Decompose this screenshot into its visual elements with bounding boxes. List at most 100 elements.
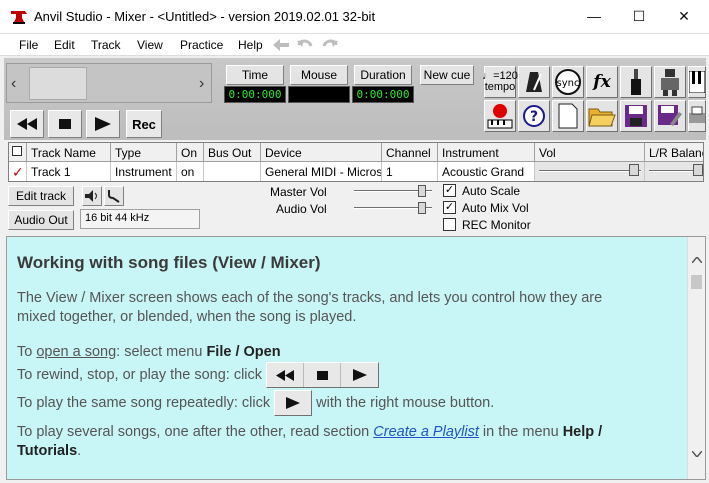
track-bus-out-cell[interactable] xyxy=(204,162,261,181)
rewind-button[interactable] xyxy=(10,110,44,138)
track-name-cell[interactable]: Track 1 xyxy=(27,162,111,181)
audio-out-button[interactable]: Audio Out xyxy=(8,210,74,230)
help-title: Working with song files (View / Mixer) xyxy=(17,253,321,272)
stop-button[interactable] xyxy=(48,110,82,138)
printer-icon xyxy=(689,106,705,123)
help-transport-buttons xyxy=(266,362,380,389)
col-on[interactable]: On xyxy=(177,143,204,162)
save-as-icon xyxy=(658,105,682,126)
track-balance-slider[interactable] xyxy=(645,162,703,181)
edit-track-button[interactable]: Edit track xyxy=(8,186,74,206)
tempo-button[interactable]: ♩=120 tempo xyxy=(482,66,518,98)
record-button[interactable]: Rec xyxy=(126,110,162,138)
duration-label: Duration xyxy=(354,65,412,85)
track-row-checkmark-icon[interactable]: ✓ xyxy=(9,162,27,181)
menu-edit[interactable]: Edit xyxy=(54,38,75,52)
minimize-button[interactable]: — xyxy=(571,0,617,32)
back-arrow-icon[interactable] xyxy=(273,39,289,51)
piano-button[interactable] xyxy=(688,66,706,98)
duration-display: 0:00:000 xyxy=(352,86,414,103)
speaker-button[interactable] xyxy=(82,186,102,206)
master-vol-label: Master Vol xyxy=(270,185,327,199)
col-bus-out[interactable]: Bus Out xyxy=(204,143,261,162)
anvil-app-icon xyxy=(10,9,28,25)
open-folder-button[interactable] xyxy=(586,100,618,132)
help-button[interactable]: ? xyxy=(518,100,550,132)
menu-practice[interactable]: Practice xyxy=(180,38,223,52)
help-repeat-line: To play the same song repeatedly: click … xyxy=(17,390,494,417)
time-label: Time xyxy=(226,65,284,85)
auto-mix-vol-label: Auto Mix Vol xyxy=(462,201,529,215)
new-file-button[interactable] xyxy=(552,100,584,132)
select-all-checkbox-header[interactable] xyxy=(9,143,27,162)
col-lr-balance[interactable]: L/R Balance xyxy=(645,143,703,162)
robot-button[interactable] xyxy=(654,66,686,98)
menu-help[interactable]: Help xyxy=(238,38,263,52)
print-button[interactable] xyxy=(688,100,706,132)
undo-icon[interactable] xyxy=(297,38,313,51)
help-playlist-line-2: Tutorials. xyxy=(17,443,82,459)
scroll-down-arrow-icon[interactable] xyxy=(692,451,702,457)
audio-format-display: 16 bit 44 kHz xyxy=(80,209,200,229)
new-file-icon xyxy=(558,103,578,129)
effects-button[interactable]: fx xyxy=(586,66,618,98)
audio-vol-label: Audio Vol xyxy=(276,202,327,216)
menu-view[interactable]: View xyxy=(137,38,163,52)
metronome-button[interactable] xyxy=(518,66,550,98)
speaker-icon xyxy=(85,190,97,202)
help-scrollbar[interactable] xyxy=(687,237,705,479)
tuning-fork-button[interactable] xyxy=(104,186,124,206)
help-paragraph-1b: mixed together, or blended, when the son… xyxy=(17,309,357,325)
auto-mix-vol-checkbox[interactable]: ✓ xyxy=(443,201,456,214)
track-channel-cell[interactable]: 1 xyxy=(382,162,438,181)
track-device-cell[interactable]: General MIDI - Microsoft GS Wavetable Sy… xyxy=(261,162,382,181)
create-playlist-link[interactable]: Create a Playlist xyxy=(373,424,479,440)
nav-left-arrow-icon[interactable]: ‹ xyxy=(11,75,16,93)
tuning-fork-icon xyxy=(108,190,120,203)
maximize-button[interactable]: ☐ xyxy=(616,0,662,32)
track-on-cell[interactable]: on xyxy=(177,162,204,181)
scroll-up-arrow-icon[interactable] xyxy=(692,257,702,263)
piano-keys-icon xyxy=(689,71,705,93)
redo-icon[interactable] xyxy=(322,38,338,51)
stop-icon xyxy=(59,119,71,129)
new-cue-button[interactable]: New cue xyxy=(420,65,474,85)
menu-track[interactable]: Track xyxy=(91,38,121,52)
track-type-cell[interactable]: Instrument xyxy=(111,162,177,181)
sync-button[interactable]: sync xyxy=(552,66,584,98)
rec-monitor-label: REC Monitor xyxy=(462,218,531,232)
track-vol-slider[interactable] xyxy=(535,162,645,181)
track-navigator: ‹ › xyxy=(6,63,212,103)
audio-jack-icon xyxy=(631,69,641,95)
save-as-button[interactable] xyxy=(654,100,686,132)
metronome-icon xyxy=(526,72,542,92)
menu-file[interactable]: File xyxy=(19,38,38,52)
track-thumbnail[interactable] xyxy=(29,67,87,100)
master-vol-slider[interactable] xyxy=(354,184,432,198)
save-button[interactable] xyxy=(620,100,652,132)
auto-scale-checkbox[interactable]: ✓ xyxy=(443,184,456,197)
track-instrument-cell[interactable]: Acoustic Grand xyxy=(438,162,535,181)
close-button[interactable]: ✕ xyxy=(661,0,707,32)
audio-vol-slider[interactable] xyxy=(354,201,432,215)
play-button[interactable] xyxy=(86,110,120,138)
menu-bar: File Edit Track View Practice Help xyxy=(0,34,709,56)
help-rewind-icon xyxy=(267,363,305,388)
col-instrument[interactable]: Instrument xyxy=(438,143,535,162)
record-keyboard-button[interactable] xyxy=(484,100,516,132)
sync-icon: sync xyxy=(555,69,581,95)
open-song-link[interactable]: open a song xyxy=(36,344,116,360)
col-type[interactable]: Type xyxy=(111,143,177,162)
col-vol[interactable]: Vol xyxy=(535,143,645,162)
nav-right-arrow-icon[interactable]: › xyxy=(199,75,204,93)
track-table: Track Name Type On Bus Out Device Channe… xyxy=(8,142,704,182)
floppy-save-icon xyxy=(625,105,647,127)
audio-jack-button[interactable] xyxy=(620,66,652,98)
col-device[interactable]: Device xyxy=(261,143,382,162)
col-channel[interactable]: Channel xyxy=(382,143,438,162)
title-bar: Anvil Studio - Mixer - <Untitled> - vers… xyxy=(0,0,709,34)
scroll-thumb[interactable] xyxy=(691,275,702,289)
help-playlist-line: To play several songs, one after the oth… xyxy=(17,424,603,440)
rec-monitor-checkbox[interactable] xyxy=(443,218,456,231)
col-track-name[interactable]: Track Name xyxy=(27,143,111,162)
